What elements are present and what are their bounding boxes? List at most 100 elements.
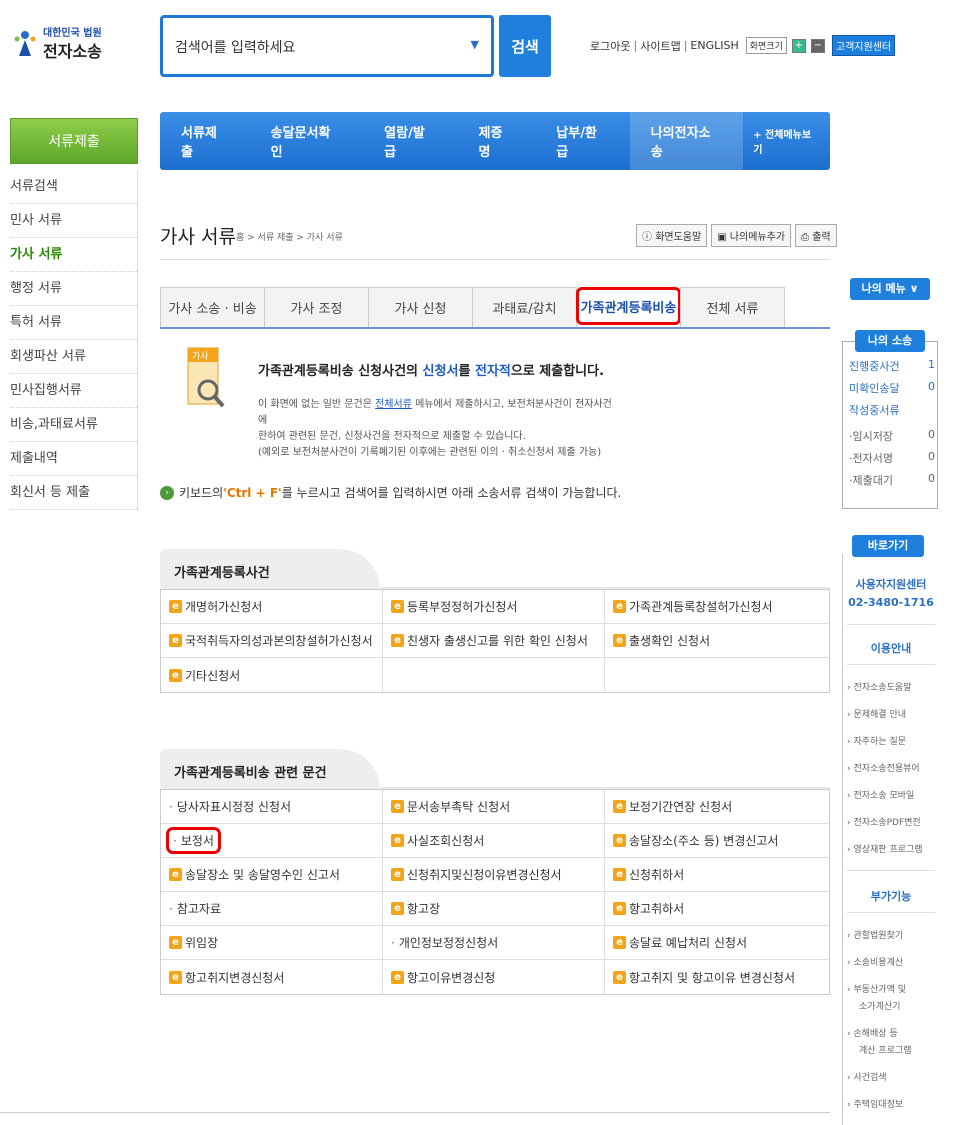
doc-link[interactable]: · 보정서 <box>161 824 383 857</box>
tab-family-application[interactable]: 가사 신청 <box>368 287 473 327</box>
doc-link[interactable]: e 기타신청서 <box>161 658 383 692</box>
sidebar: 서류검색 민사 서류 가사 서류 행정 서류 특허 서류 회생파산 서류 민사집… <box>10 170 138 510</box>
sidebar-item-civil[interactable]: 민사 서류 <box>10 204 137 238</box>
extra-link[interactable]: › 사건검색 <box>847 1070 887 1083</box>
sidebar-item-reply[interactable]: 회신서 등 제출 <box>10 476 137 510</box>
sidebar-item-history[interactable]: 제출내역 <box>10 442 137 476</box>
doc-link[interactable]: e 보정기간연장 신청서 <box>605 790 827 823</box>
tab-family-registration[interactable]: 가족관계등록비송 <box>576 287 681 325</box>
add-my-menu-label: 나의메뉴추가 <box>729 232 786 243</box>
sidebar-item-execution[interactable]: 민사집행서류 <box>10 374 137 408</box>
sidebar-item-family[interactable]: 가사 서류 <box>10 238 137 272</box>
doc-label: 위임장 <box>185 936 219 950</box>
guide-link[interactable]: › 전자소송 모바일 <box>847 788 914 801</box>
stat-value: 0 <box>928 380 935 393</box>
sidebar-title[interactable]: 서류제출 <box>10 118 138 164</box>
menu-item-view[interactable]: 열람/발급 <box>363 112 457 170</box>
doc-link[interactable]: e 친생자 출생신고를 위한 확인 신청서 <box>383 624 605 657</box>
doc-link[interactable]: e 항고취지 및 항고이유 변경신청서 <box>605 960 827 994</box>
doc-link[interactable]: e 출생확인 신청서 <box>605 624 827 657</box>
menu-item-payment[interactable]: 납부/환급 <box>535 112 629 170</box>
doc-link[interactable]: e 문서송부촉탁 신청서 <box>383 790 605 823</box>
doc-link[interactable]: e 항고취지변경신청서 <box>161 960 383 994</box>
doc-link[interactable]: · 참고자료 <box>161 892 383 925</box>
tab-family-litigation[interactable]: 가사 소송 · 비송 <box>160 287 265 327</box>
doc-link[interactable]: e 개명허가신청서 <box>161 590 383 623</box>
guide-link[interactable]: › 전자소송도움말 <box>847 680 911 693</box>
my-menu-button[interactable]: 나의 메뉴 ∨ <box>850 278 930 300</box>
e-doc-icon: e <box>613 600 626 613</box>
extra-link[interactable]: › 부동산가액 및 <box>847 982 906 995</box>
stat-ongoing[interactable]: 진행중사건 1 <box>849 358 935 374</box>
doc-link[interactable]: e 항고취하서 <box>605 892 827 925</box>
table-row: e 기타신청서 <box>161 658 829 692</box>
zoom-out-button[interactable]: − <box>810 38 825 53</box>
extra-link[interactable]: 소가계산기 <box>859 999 900 1012</box>
logout-link[interactable]: 로그아웃 <box>590 38 630 54</box>
menu-item-submit[interactable]: 서류제출 <box>160 112 250 170</box>
extra-link[interactable]: › 주택임대정보 <box>847 1097 903 1110</box>
add-my-menu-button[interactable]: ▣ 나의메뉴추가 <box>711 224 792 247</box>
print-icon: ⎙ <box>801 232 813 243</box>
stat-label: 작성중서류 <box>849 404 900 417</box>
doc-label: 친생자 출생신고를 위한 확인 신청서 <box>407 634 588 648</box>
tab-fine[interactable]: 과태료/감치 <box>472 287 577 327</box>
sidebar-item-admin[interactable]: 행정 서류 <box>10 272 137 306</box>
doc-link[interactable]: e 항고장 <box>383 892 605 925</box>
sitemap-link[interactable]: 사이트맵 <box>640 38 680 54</box>
sidebar-item-patent[interactable]: 특허 서류 <box>10 306 137 340</box>
search-button[interactable]: 검색 <box>499 15 551 77</box>
menu-item-delivery[interactable]: 송달문서확인 <box>250 112 364 170</box>
doc-link[interactable]: e 송달장소(주소 등) 변경신고서 <box>605 824 827 857</box>
sidebar-item-nonlitigation[interactable]: 비송,과태료서류 <box>10 408 137 442</box>
doc-link[interactable]: e 신청취하서 <box>605 858 827 891</box>
print-button[interactable]: ⎙ 출력 <box>795 224 837 247</box>
extra-link[interactable]: 계산 프로그램 <box>859 1043 912 1056</box>
doc-link[interactable]: e 송달료 예납처리 신청서 <box>605 926 827 959</box>
guide-link[interactable]: › 전자소송PDF변전 <box>847 815 921 828</box>
chevron-down-icon[interactable]: ▼ <box>471 38 479 51</box>
stat-temp-save[interactable]: ·임시저장 0 <box>849 428 935 444</box>
extra-link[interactable]: › 관할법원찾기 <box>847 928 903 941</box>
zoom-in-button[interactable]: + <box>791 38 806 53</box>
guide-link[interactable]: › 전자소송전용뷰어 <box>847 761 920 774</box>
court-logo[interactable]: 대한민국 법원 전자소송 <box>10 22 120 62</box>
extra-link[interactable]: › 손해배상 등 <box>847 1026 898 1039</box>
doc-link[interactable]: · 개인정보정정신청서 <box>383 926 605 959</box>
support-center-button[interactable]: 고객지원센터 <box>831 35 896 56</box>
stat-pending[interactable]: ·제출대기 0 <box>849 472 935 488</box>
highlighted-doc-link[interactable]: · 보정서 <box>166 827 221 854</box>
doc-link[interactable]: e 항고이유변경신청 <box>383 960 605 994</box>
doc-link[interactable]: · 당사자표시정정 신청서 <box>161 790 383 823</box>
doc-label: 국적취득자의성과본의창설허가신청서 <box>185 634 373 648</box>
stat-unchecked[interactable]: 미확인송달 0 <box>849 380 935 396</box>
tab-family-mediation[interactable]: 가사 조정 <box>264 287 369 327</box>
search-input[interactable]: 검색어를 입력하세요 ▼ <box>160 15 494 77</box>
extra-link[interactable]: › 소송비용계산 <box>847 955 903 968</box>
all-documents-link[interactable]: 전체서류 <box>375 399 412 410</box>
my-case-title[interactable]: 나의 소송 <box>855 330 925 352</box>
doc-link[interactable]: e 가족관계등록창설허가신청서 <box>605 590 827 623</box>
tab-all-documents[interactable]: 전체 서류 <box>680 287 785 327</box>
doc-link[interactable]: e 사실조회신청서 <box>383 824 605 857</box>
guide-link[interactable]: › 자주하는 질문 <box>847 734 906 747</box>
doc-link[interactable]: e 송달장소 및 송달영수인 신고서 <box>161 858 383 891</box>
guide-link[interactable]: › 영상재판 프로그램 <box>847 842 923 855</box>
sidebar-item-search[interactable]: 서류검색 <box>10 170 137 204</box>
guide-link[interactable]: › 문제해결 안내 <box>847 707 906 720</box>
stat-e-sign[interactable]: ·전자서명 0 <box>849 450 935 466</box>
menu-item-my[interactable]: 나의전자소송 <box>629 112 744 170</box>
doc-link[interactable]: e 신청취지및신청이유변경신청서 <box>383 858 605 891</box>
doc-link[interactable]: e 등록부정정허가신청서 <box>383 590 605 623</box>
empty-cell <box>605 658 827 692</box>
help-button[interactable]: ⓘ 화면도움말 <box>636 224 708 247</box>
sidebar-item-bankruptcy[interactable]: 회생파산 서류 <box>10 340 137 374</box>
divider <box>847 664 935 665</box>
doc-link[interactable]: e 위임장 <box>161 926 383 959</box>
menu-item-certificate[interactable]: 제증명 <box>458 112 536 170</box>
help-label: 화면도움말 <box>655 232 702 243</box>
english-link[interactable]: ENGLISH <box>690 39 738 52</box>
doc-link[interactable]: e 국적취득자의성과본의창설허가신청서 <box>161 624 383 657</box>
info-line-3: (예외로 보전처분사건이 기록폐기된 이후에는 관련된 이의 · 취소신청서 제… <box>258 447 602 458</box>
all-menu-button[interactable]: + 전체메뉴보기 <box>743 112 830 170</box>
